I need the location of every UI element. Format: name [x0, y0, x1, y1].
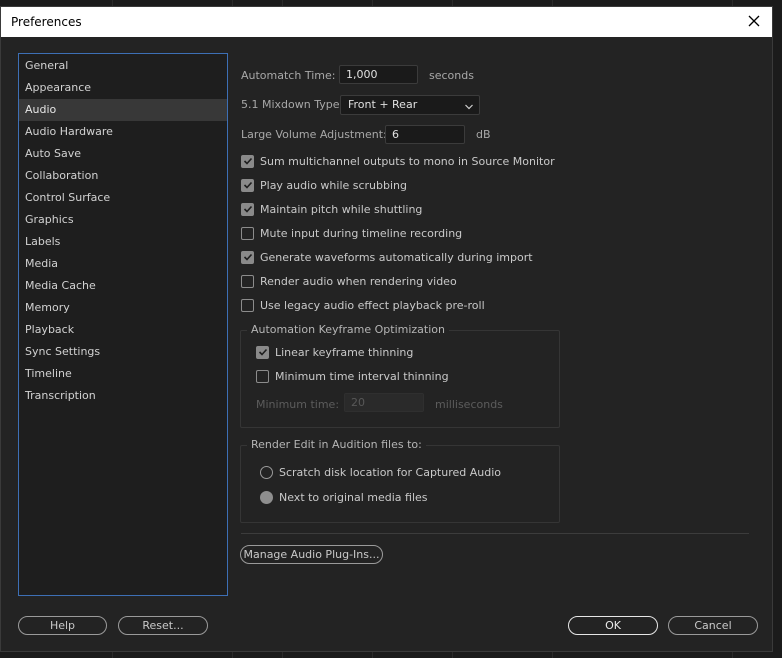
checkbox[interactable] [241, 298, 254, 312]
option-play-scrubbing[interactable]: Play audio while scrubbing [241, 177, 407, 193]
checkbox[interactable] [241, 202, 254, 216]
group-title: Automation Keyframe Optimization [247, 323, 449, 336]
sidebar-item-transcription[interactable]: Transcription [19, 385, 227, 407]
sidebar-item-control-surface[interactable]: Control Surface [19, 187, 227, 209]
option-maintain-pitch[interactable]: Maintain pitch while shuttling [241, 201, 422, 217]
divider [241, 533, 749, 534]
ok-button[interactable]: OK [568, 616, 658, 635]
help-button[interactable]: Help [18, 616, 107, 635]
sidebar-item-auto-save[interactable]: Auto Save [19, 143, 227, 165]
option-label: Linear keyframe thinning [275, 345, 414, 359]
volume-label: Large Volume Adjustment: [241, 128, 387, 141]
automatch-label: Automatch Time: [241, 69, 336, 82]
sidebar-item-media[interactable]: Media [19, 253, 227, 275]
option-label: Minimum time interval thinning [275, 369, 449, 383]
checkbox[interactable] [241, 154, 254, 168]
radio-button[interactable] [260, 490, 273, 504]
window-title: Preferences [11, 15, 82, 29]
sidebar-item-sync-settings[interactable]: Sync Settings [19, 341, 227, 363]
close-icon[interactable] [744, 11, 764, 31]
category-list: General Appearance Audio Audio Hardware … [18, 53, 228, 596]
option-label: Render audio when rendering video [260, 274, 457, 288]
option-generate-waveforms[interactable]: Generate waveforms automatically during … [241, 249, 533, 265]
sidebar-item-media-cache[interactable]: Media Cache [19, 275, 227, 297]
option-label: Scratch disk location for Captured Audio [279, 465, 502, 479]
next-to-media-option[interactable]: Next to original media files [260, 489, 428, 505]
option-legacy-preroll[interactable]: Use legacy audio effect playback pre-rol… [241, 297, 485, 313]
sidebar-item-collaboration[interactable]: Collaboration [19, 165, 227, 187]
volume-unit: dB [476, 128, 491, 141]
option-label: Use legacy audio effect playback pre-rol… [260, 298, 485, 312]
min-interval-option[interactable]: Minimum time interval thinning [256, 368, 449, 384]
title-bar: Preferences [1, 7, 772, 37]
option-mute-input[interactable]: Mute input during timeline recording [241, 225, 462, 241]
checkbox[interactable] [241, 274, 254, 288]
sidebar-item-memory[interactable]: Memory [19, 297, 227, 319]
cancel-button[interactable]: Cancel [668, 616, 758, 635]
reset-button[interactable]: Reset... [118, 616, 208, 635]
sidebar-item-playback[interactable]: Playback [19, 319, 227, 341]
checkbox[interactable] [241, 250, 254, 264]
option-render-audio[interactable]: Render audio when rendering video [241, 273, 457, 289]
automatch-input[interactable]: 1,000 [339, 65, 418, 84]
volume-input[interactable]: 6 [385, 125, 465, 144]
mixdown-select[interactable]: Front + Rear [340, 95, 480, 115]
min-time-input[interactable]: 20 [344, 393, 424, 412]
min-time-label: Minimum time: [256, 398, 340, 411]
scratch-disk-option[interactable]: Scratch disk location for Captured Audio [260, 464, 501, 480]
sidebar-item-audio[interactable]: Audio [19, 99, 227, 121]
preferences-dialog: Preferences General Appearance Audio Aud… [0, 6, 773, 652]
radio-button[interactable] [260, 465, 273, 479]
sidebar-item-graphics[interactable]: Graphics [19, 209, 227, 231]
checkbox[interactable] [256, 369, 269, 383]
min-time-unit: milliseconds [435, 398, 503, 411]
option-label: Mute input during timeline recording [260, 226, 463, 240]
chevron-down-icon [464, 100, 474, 110]
mixdown-value: Front + Rear [348, 98, 418, 111]
option-label: Sum multichannel outputs to mono in Sour… [260, 154, 555, 168]
mixdown-label: 5.1 Mixdown Type: [241, 98, 344, 111]
manage-audio-plugins-button[interactable]: Manage Audio Plug-Ins... [240, 545, 383, 564]
sidebar-item-timeline[interactable]: Timeline [19, 363, 227, 385]
option-label: Maintain pitch while shuttling [260, 202, 423, 216]
render-edit-group: Render Edit in Audition files to: Scratc… [240, 438, 560, 523]
automatch-unit: seconds [429, 69, 474, 82]
linear-thinning-option[interactable]: Linear keyframe thinning [256, 344, 413, 360]
option-label: Generate waveforms automatically during … [260, 250, 533, 264]
checkbox[interactable] [241, 226, 254, 240]
keyframe-optimization-group: Automation Keyframe Optimization Linear … [240, 323, 560, 428]
option-label: Next to original media files [279, 490, 428, 504]
sidebar-item-labels[interactable]: Labels [19, 231, 227, 253]
sidebar-item-appearance[interactable]: Appearance [19, 77, 227, 99]
checkbox[interactable] [241, 178, 254, 192]
checkbox[interactable] [256, 345, 269, 359]
option-sum-multichannel[interactable]: Sum multichannel outputs to mono in Sour… [241, 153, 555, 169]
sidebar-item-general[interactable]: General [19, 55, 227, 77]
group-title: Render Edit in Audition files to: [247, 438, 426, 451]
sidebar-item-audio-hardware[interactable]: Audio Hardware [19, 121, 227, 143]
option-label: Play audio while scrubbing [260, 178, 408, 192]
